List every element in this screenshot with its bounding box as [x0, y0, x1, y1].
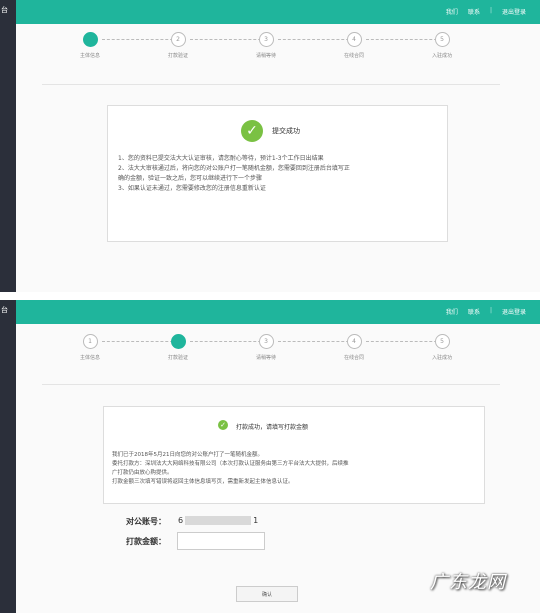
step-circle: 4 — [346, 334, 362, 349]
step-circle: 1 — [82, 334, 98, 349]
step-2: 2 打款验证 — [148, 32, 208, 59]
info-line: 打款金额三次填写错误将返回主体信息填写页，需重新发起主体信息认证。 — [112, 479, 294, 485]
step-circle: 3 — [258, 32, 274, 47]
separator — [0, 292, 540, 300]
step-label: 主体信息 — [79, 53, 100, 59]
step-1: 1 主体信息 — [60, 334, 120, 361]
step-5: 5 入驻成功 — [412, 334, 472, 361]
divider — [42, 384, 500, 385]
top-bar: 我们 联系 | 退出登录 — [16, 0, 540, 24]
left-sidebar: 台 — [0, 0, 16, 292]
step-label: 主体信息 — [79, 355, 100, 361]
sidebar-label: 台 — [1, 306, 8, 314]
step-4: 4 在线合同 — [324, 32, 384, 59]
step-label: 入驻成功 — [431, 53, 452, 59]
step-label: 打款验证 — [167, 355, 188, 361]
success-check-icon: ✓ — [218, 420, 228, 430]
info-line: 广打款仍由放心购提供。 — [112, 470, 173, 476]
payment-result-card: ✓ 打款成功，请填写打款金额 我们已于2018年5月21日向您的对公账户打了一笔… — [103, 406, 485, 504]
header-link-contact[interactable]: 联系 — [468, 307, 480, 316]
sidebar-label: 台 — [1, 6, 8, 14]
header-link-logout[interactable]: 退出登录 — [502, 7, 526, 16]
header-links: 我们 联系 | 退出登录 — [446, 307, 526, 316]
header-links: 我们 联系 | 退出登录 — [446, 7, 526, 16]
payment-success-title: 打款成功，请填写打款金额 — [236, 424, 309, 431]
submission-result-card: ✓ 提交成功 1、您的资料已提交法大大认证审核，请您耐心等待，预计1-3个工作日… — [107, 105, 448, 242]
step-label: 入驻成功 — [431, 355, 452, 361]
header-link-about[interactable]: 我们 — [446, 7, 458, 16]
account-number: 61 — [178, 516, 258, 525]
header-link-contact[interactable]: 联系 — [468, 7, 480, 16]
step-2: 打款验证 — [148, 334, 208, 361]
step-5: 5 入驻成功 — [412, 32, 472, 59]
confirm-button[interactable]: 确认 — [236, 586, 298, 602]
step-label: 在线合同 — [343, 53, 364, 59]
progress-steps: 1 主体信息 打款验证 3 请稍等待 4 在线合同 5 入驻成功 — [60, 334, 480, 364]
instruction-line: 2、法大大审核通过后，将向您的对公账户打一笔随机金额，您需要回到注册后台填写正 — [118, 165, 350, 172]
info-line: 我们已于2018年5月21日向您的对公账户打了一笔随机金额。 — [112, 452, 263, 458]
redacted-block — [185, 516, 252, 525]
step-3: 3 请稍等待 — [236, 334, 296, 361]
step-label: 在线合同 — [343, 355, 364, 361]
amount-label: 打款金额： — [126, 537, 166, 546]
step-circle: 2 — [170, 32, 186, 47]
header-link-about[interactable]: 我们 — [446, 307, 458, 316]
step-label: 请稍等待 — [255, 355, 276, 361]
top-bar: 我们 联系 | 退出登录 — [16, 300, 540, 324]
progress-steps: 主体信息 2 打款验证 3 请稍等待 4 在线合同 5 入驻成功 — [60, 32, 480, 62]
instruction-line: 1、您的资料已提交法大大认证审核，请您耐心等待，预计1-3个工作日出结果 — [118, 155, 324, 162]
account-label: 对公账号： — [126, 517, 166, 526]
step-circle-active — [82, 32, 98, 47]
instruction-line: 确的金额，验证一致之后，您可以继续进行下一个步骤 — [118, 175, 263, 182]
success-check-icon: ✓ — [241, 120, 263, 142]
header-divider: | — [489, 307, 492, 314]
account-suffix: 1 — [253, 516, 259, 525]
info-line: 委托打款方：深圳法大大网络科技有限公司（本次打款认证服务由第三方平台法大大提供，… — [112, 461, 349, 467]
watermark: 广东龙网 — [430, 572, 506, 593]
step-circle: 3 — [258, 334, 274, 349]
account-prefix: 6 — [178, 516, 184, 525]
step-circle: 4 — [346, 32, 362, 47]
instruction-text: 1、您的资料已提交法大大认证审核，请您耐心等待，预计1-3个工作日出结果 2、法… — [118, 154, 438, 194]
header-divider: | — [489, 7, 492, 14]
step-4: 4 在线合同 — [324, 334, 384, 361]
payment-info-text: 我们已于2018年5月21日向您的对公账户打了一笔随机金额。 委托打款方：深圳法… — [112, 451, 480, 487]
header-link-logout[interactable]: 退出登录 — [502, 307, 526, 316]
screenshot-submission-success: 台 我们 联系 | 退出登录 主体信息 2 打款验证 3 请稍等待 4 在线合同 — [0, 0, 540, 292]
left-sidebar: 台 — [0, 300, 16, 613]
divider — [42, 84, 500, 85]
instruction-line: 3、如果认证未通过，您需要修改您的注册信息重新认证 — [118, 185, 266, 192]
step-label: 请稍等待 — [255, 53, 276, 59]
step-circle: 5 — [434, 334, 450, 349]
step-label: 打款验证 — [167, 53, 188, 59]
step-circle-active — [170, 334, 186, 349]
amount-input[interactable] — [177, 532, 265, 550]
step-3: 3 请稍等待 — [236, 32, 296, 59]
success-title: 提交成功 — [272, 127, 300, 135]
step-circle: 5 — [434, 32, 450, 47]
step-1: 主体信息 — [60, 32, 120, 59]
